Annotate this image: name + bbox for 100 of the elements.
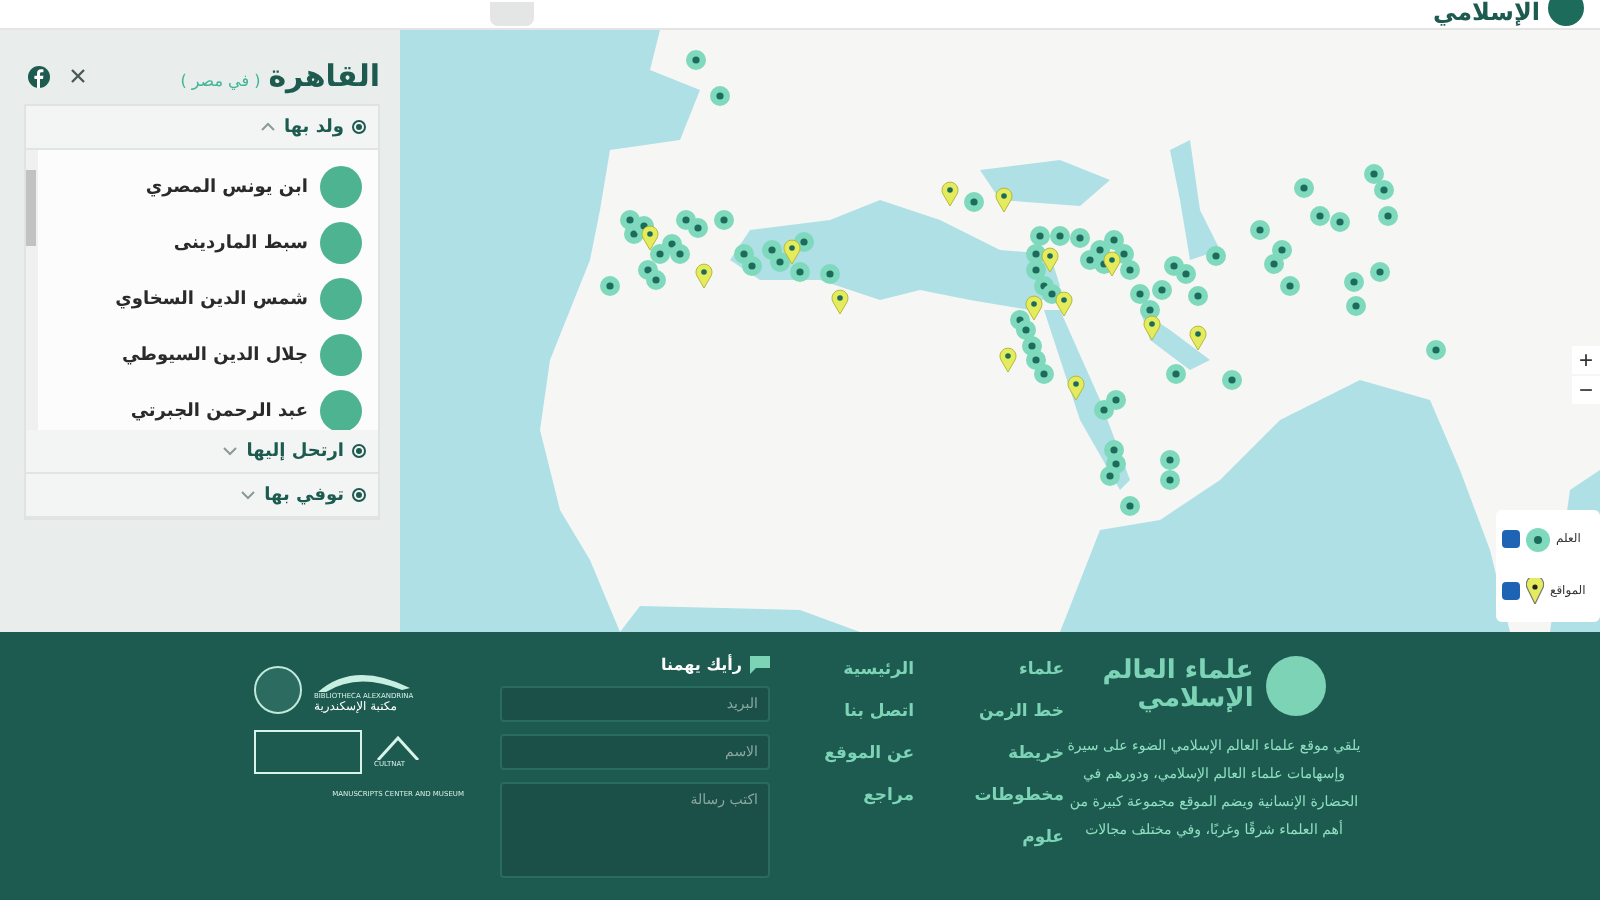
scholar-emblem-icon [1265,656,1326,716]
map-pin-icon[interactable] [995,187,1013,213]
map-marker[interactable] [1070,228,1090,248]
scholar-name[interactable]: سبط الماردينى [173,233,308,253]
map-marker[interactable] [688,218,708,238]
map-pin-icon[interactable] [1025,295,1043,321]
map-marker[interactable] [1222,370,1242,390]
map-pin-icon[interactable] [1055,291,1073,317]
map-marker[interactable] [600,276,620,296]
map-marker[interactable] [1166,364,1186,384]
map-marker[interactable] [742,256,762,276]
map-marker[interactable] [1272,240,1292,260]
map-marker[interactable] [790,262,810,282]
map-marker[interactable] [1152,280,1172,300]
chat-icon [750,656,770,674]
map-marker[interactable] [1130,284,1150,304]
map-pin-icon[interactable] [1103,251,1121,277]
scholar-name[interactable]: عبد الرحمن الجبرتي [130,401,308,421]
map-marker[interactable] [1330,212,1350,232]
map-marker[interactable] [1188,286,1208,306]
footer-link[interactable]: الرئيسية [770,660,914,680]
x-icon[interactable] [70,68,86,84]
chevron-icon [259,122,276,132]
map-marker[interactable] [1160,470,1180,490]
roof-logo-icon [374,736,422,760]
map-pin-icon[interactable] [831,289,849,315]
footer-link[interactable]: خط الزمن [914,702,1064,722]
map-marker[interactable] [1050,226,1070,246]
map-marker[interactable] [1344,272,1364,292]
chevron-icon [222,446,239,456]
seal-logo-icon [254,666,302,714]
logo-emblem-icon [1548,0,1584,26]
facebook-icon[interactable] [28,65,50,87]
scrollbar[interactable] [26,150,38,430]
map-pin-icon[interactable] [1067,375,1085,401]
avatar-icon [320,166,362,208]
legend-checkbox[interactable] [1502,582,1520,601]
map-marker[interactable] [1370,262,1390,282]
avatar-icon [320,334,362,376]
map-marker[interactable] [1310,206,1330,226]
map-marker[interactable] [1280,276,1300,296]
map-marker[interactable] [1364,164,1384,184]
map-marker[interactable] [714,210,734,230]
map-marker[interactable] [1294,178,1314,198]
map-marker[interactable] [1426,340,1446,360]
radio-icon [352,120,366,134]
map-marker[interactable] [820,264,840,284]
map-pin-icon[interactable] [1041,247,1059,273]
footer-link[interactable]: علماء [914,660,1064,680]
footer-link[interactable]: علوم [914,828,1064,848]
map-marker[interactable] [1378,206,1398,226]
map-pin-icon[interactable] [695,263,713,289]
map-pin-icon[interactable] [1189,325,1207,351]
site-logo-text[interactable]: الإسلامي [1432,0,1540,24]
zoom-in-button[interactable]: + [1572,346,1600,374]
map-pin-icon[interactable] [641,225,659,251]
map-marker[interactable] [1094,400,1114,420]
map-marker[interactable] [710,86,730,106]
radio-icon [352,444,366,458]
scholar-name[interactable]: شمس الدين السخاوي [115,289,308,309]
footer-link[interactable]: عن الموقع [770,744,914,764]
country-subtitle: ( في مصر ) [180,72,261,90]
map-marker[interactable] [1030,226,1050,246]
map-pin-icon[interactable] [783,239,801,265]
map-marker[interactable] [686,50,706,70]
map-pin-icon[interactable] [1143,315,1161,341]
logo-text: علماء العالم [1102,658,1254,686]
footer-link[interactable]: خريطة [914,744,1064,764]
logo-text: الإسلامي [1137,686,1254,714]
map-marker[interactable] [1176,264,1196,284]
radio-icon [352,488,366,502]
city-title: القاهرة [268,58,380,94]
map-marker[interactable] [1100,466,1120,486]
map-marker[interactable] [1374,180,1394,200]
map-marker[interactable] [762,240,782,260]
avatar-icon [320,390,362,430]
map-marker[interactable] [670,244,690,264]
map-marker[interactable] [1250,220,1270,240]
feedback-title: رأيك يهمنا [660,656,742,674]
avatar-icon [320,278,362,320]
footer-link[interactable]: مخطوطات [914,786,1064,806]
map-marker-icon [1526,527,1550,552]
map-pin-icon[interactable] [999,347,1017,373]
map-marker[interactable] [1346,296,1366,316]
map-marker[interactable] [1160,450,1180,470]
zoom-out-button[interactable]: − [1572,376,1600,404]
footer-link[interactable]: اتصل بنا [770,702,914,722]
map-marker[interactable] [1120,260,1140,280]
map-marker[interactable] [1206,246,1226,266]
scholar-name[interactable]: جلال الدين السيوطي [121,345,308,365]
map-marker[interactable] [1120,496,1140,516]
map-marker[interactable] [646,270,666,290]
map-pin-icon[interactable] [941,181,959,207]
chevron-icon [240,490,257,500]
map-marker[interactable] [1034,364,1054,384]
map-marker[interactable] [964,192,984,212]
legend-checkbox[interactable] [1502,530,1520,549]
manuscripts-logo-icon [254,730,362,774]
scholar-name[interactable]: ابن يونس المصري [145,177,308,197]
footer-link[interactable]: مراجع [770,786,914,806]
